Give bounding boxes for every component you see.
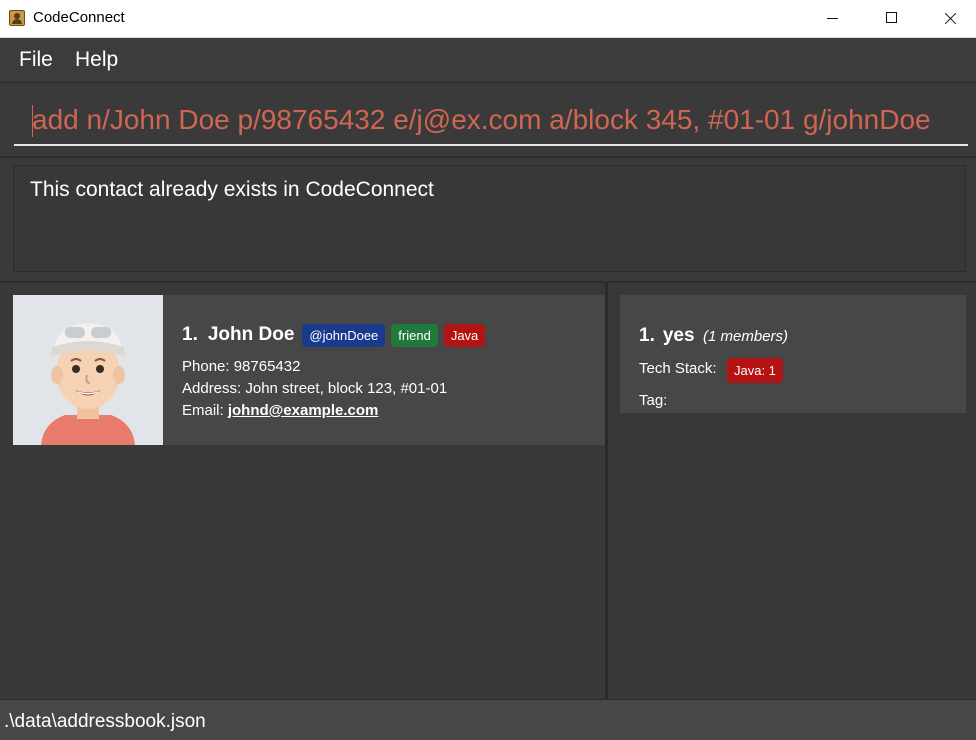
close-button[interactable] [920, 0, 976, 37]
tag-badge-java: Java [443, 323, 486, 347]
result-message: This contact already exists in CodeConne… [30, 178, 434, 201]
person-name: John Doe [207, 324, 295, 345]
tag-label: Tag: [639, 392, 668, 409]
person-card[interactable]: 1. John Doe @johnDoee friend Java Phone:… [13, 295, 605, 445]
window-title: CodeConnect [33, 9, 125, 26]
command-box [0, 83, 976, 158]
person-email: Email: johnd@example.com [182, 402, 378, 419]
group-list-panel[interactable]: 1. yes (1 members) Tech Stack: Java: 1 Ta… [608, 283, 976, 699]
group-index: 1. [639, 325, 655, 346]
avatar-illustration [13, 295, 163, 445]
avatar [13, 295, 163, 445]
group-title: 1. yes (1 members) [639, 325, 788, 347]
menu-file[interactable]: File [19, 48, 53, 72]
person-name-row: 1. John Doe @johnDoee friend Java [182, 321, 486, 349]
group-members: (1 members) [703, 328, 789, 345]
app-icon [9, 10, 25, 26]
group-name: yes [662, 325, 695, 346]
person-index: 1. [182, 324, 198, 345]
minimize-button[interactable] [803, 0, 861, 37]
maximize-button[interactable] [862, 0, 920, 37]
status-bar: .\data\addressbook.json [0, 699, 976, 740]
handle-badge: @johnDoee [302, 323, 386, 347]
result-display[interactable]: This contact already exists in CodeConne… [13, 165, 966, 272]
text-caret [32, 105, 33, 137]
person-list-panel[interactable]: 1. John Doe @johnDoee friend Java Phone:… [0, 283, 605, 699]
email-label: Email: [182, 402, 228, 419]
status-file-path: .\data\addressbook.json [4, 711, 206, 732]
command-input[interactable] [14, 95, 968, 146]
menu-help[interactable]: Help [75, 48, 118, 72]
person-phone: Phone: 98765432 [182, 358, 301, 375]
group-card[interactable]: 1. yes (1 members) Tech Stack: Java: 1 Ta… [620, 295, 966, 413]
person-address: Address: John street, block 123, #01-01 [182, 380, 448, 397]
techstack-label: Tech Stack: [639, 360, 717, 377]
tag-badge-friend: friend [391, 323, 438, 347]
menu-bar: File Help [0, 38, 976, 83]
title-bar: CodeConnect [0, 0, 976, 38]
techstack-badge-java: Java: 1 [727, 358, 783, 383]
email-link[interactable]: johnd@example.com [228, 402, 379, 419]
